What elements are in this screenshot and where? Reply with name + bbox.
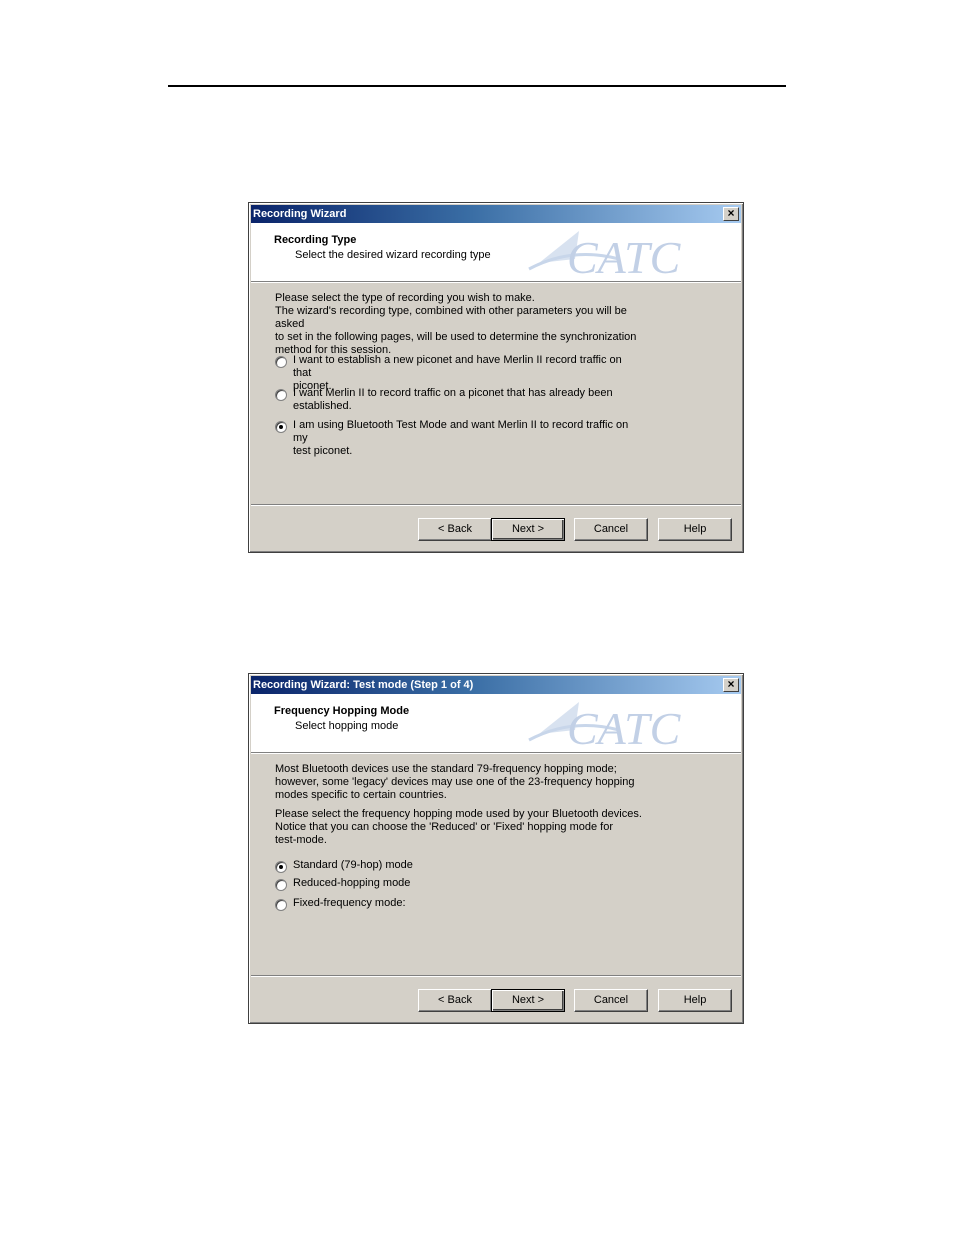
option-label: I am using Bluetooth Test Mode and want … <box>293 419 629 444</box>
catc-logo-icon: CATC <box>528 702 682 752</box>
close-icon[interactable]: × <box>723 678 739 692</box>
wizard-header: Recording Type Select the desired wizard… <box>251 223 741 282</box>
description-line: Most Bluetooth devices use the standard … <box>275 763 617 775</box>
button-separator <box>251 975 741 977</box>
help-button[interactable]: Help <box>658 989 732 1012</box>
description-line: Please select the type of recording you … <box>275 292 535 304</box>
radio-button-checked[interactable] <box>275 421 287 433</box>
description-line: modes specific to certain countries. <box>275 789 447 801</box>
description-line: to set in the following pages, will be u… <box>275 331 637 343</box>
option-label: I want Merlin II to record traffic on a … <box>293 387 613 399</box>
title-bar[interactable]: Recording Wizard × <box>251 205 741 223</box>
back-button[interactable]: < Back <box>418 518 492 541</box>
button-separator <box>251 504 741 506</box>
description: Please select the type of recording you … <box>275 292 655 357</box>
description: Please select the frequency hopping mode… <box>275 808 655 847</box>
page-header-rule <box>168 85 786 87</box>
radio-button[interactable] <box>275 356 287 368</box>
description-line: Please select the frequency hopping mode… <box>275 808 642 820</box>
recording-wizard-dialog: Recording Wizard × Recording Type Select… <box>248 202 744 553</box>
help-button[interactable]: Help <box>658 518 732 541</box>
option-label: Standard (79-hop) mode <box>293 859 413 871</box>
header-title: Recording Type <box>274 234 357 246</box>
radio-button-checked[interactable] <box>275 861 287 873</box>
wizard-header: Frequency Hopping Mode Select hopping mo… <box>251 694 741 753</box>
test-mode-wizard-dialog: Recording Wizard: Test mode (Step 1 of 4… <box>248 673 744 1024</box>
description-line: however, some 'legacy' devices may use o… <box>275 776 635 788</box>
title-bar[interactable]: Recording Wizard: Test mode (Step 1 of 4… <box>251 676 741 694</box>
next-button[interactable]: Next > <box>491 989 565 1012</box>
radio-button[interactable] <box>275 899 287 911</box>
header-title: Frequency Hopping Mode <box>274 705 410 717</box>
back-button[interactable]: < Back <box>418 989 492 1012</box>
radio-button[interactable] <box>275 389 287 401</box>
option-label: I want to establish a new piconet and ha… <box>293 354 622 379</box>
header-subtitle: Select the desired wizard recording type <box>295 249 491 261</box>
next-button[interactable]: Next > <box>491 518 565 541</box>
catc-logo-icon: CATC <box>528 231 682 281</box>
option-label: established. <box>293 400 352 412</box>
window-title: Recording Wizard: Test mode (Step 1 of 4… <box>253 679 474 691</box>
logo-text: CATC <box>567 232 682 281</box>
window-title: Recording Wizard <box>253 208 347 220</box>
option-label: test piconet. <box>293 445 353 457</box>
description-line: test-mode. <box>275 834 327 846</box>
cancel-button[interactable]: Cancel <box>574 989 648 1012</box>
description: Most Bluetooth devices use the standard … <box>275 763 655 802</box>
option-label: Reduced-hopping mode <box>293 877 411 889</box>
description-line: The wizard's recording type, combined wi… <box>275 305 627 330</box>
description-line: Notice that you can choose the 'Reduced'… <box>275 821 613 833</box>
option-label: Fixed-frequency mode: <box>293 897 406 909</box>
logo-text: CATC <box>567 703 682 752</box>
radio-button[interactable] <box>275 879 287 891</box>
close-icon[interactable]: × <box>723 207 739 221</box>
cancel-button[interactable]: Cancel <box>574 518 648 541</box>
header-subtitle: Select hopping mode <box>295 720 399 732</box>
